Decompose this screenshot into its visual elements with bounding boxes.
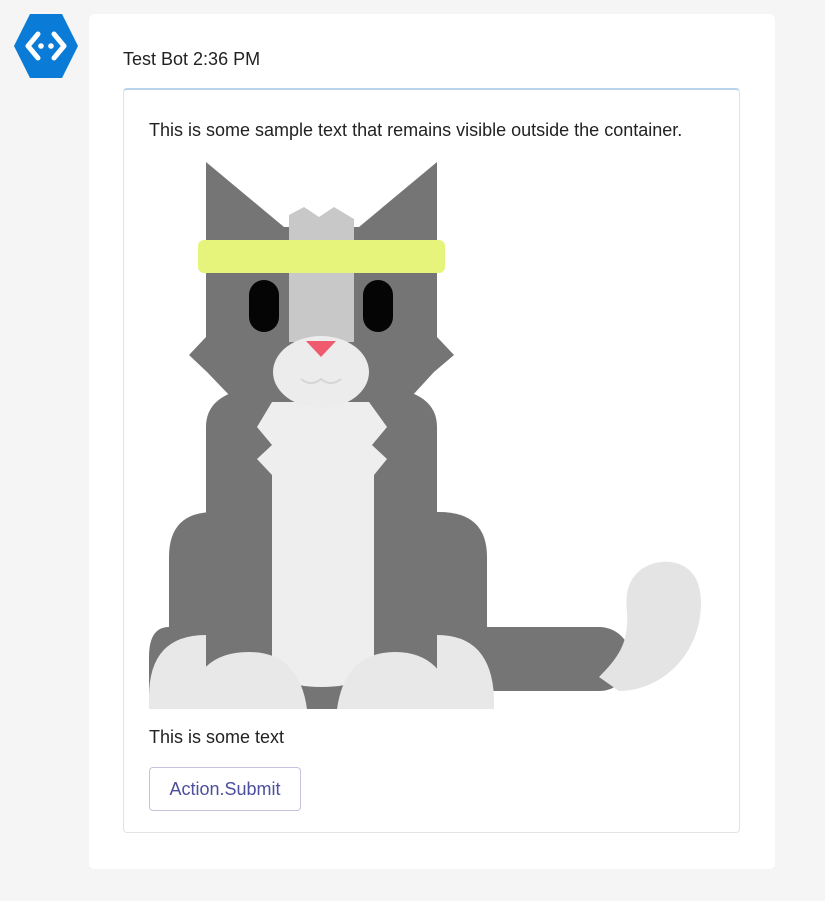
action-submit-button[interactable]: Action.Submit xyxy=(149,767,301,811)
bot-name: Test Bot xyxy=(123,49,189,69)
adaptive-card: This is some sample text that remains vi… xyxy=(123,88,740,833)
message-time: 2:36 PM xyxy=(193,49,261,69)
message-panel: Test Bot 2:36 PM This is some sample tex… xyxy=(89,14,775,869)
cat-image xyxy=(149,162,701,709)
card-text-bottom: This is some text xyxy=(149,727,285,747)
bot-avatar-icon xyxy=(14,14,78,78)
card-text-top: This is some sample text that remains vi… xyxy=(149,120,683,140)
message-meta: Test Bot 2:36 PM xyxy=(123,49,260,70)
